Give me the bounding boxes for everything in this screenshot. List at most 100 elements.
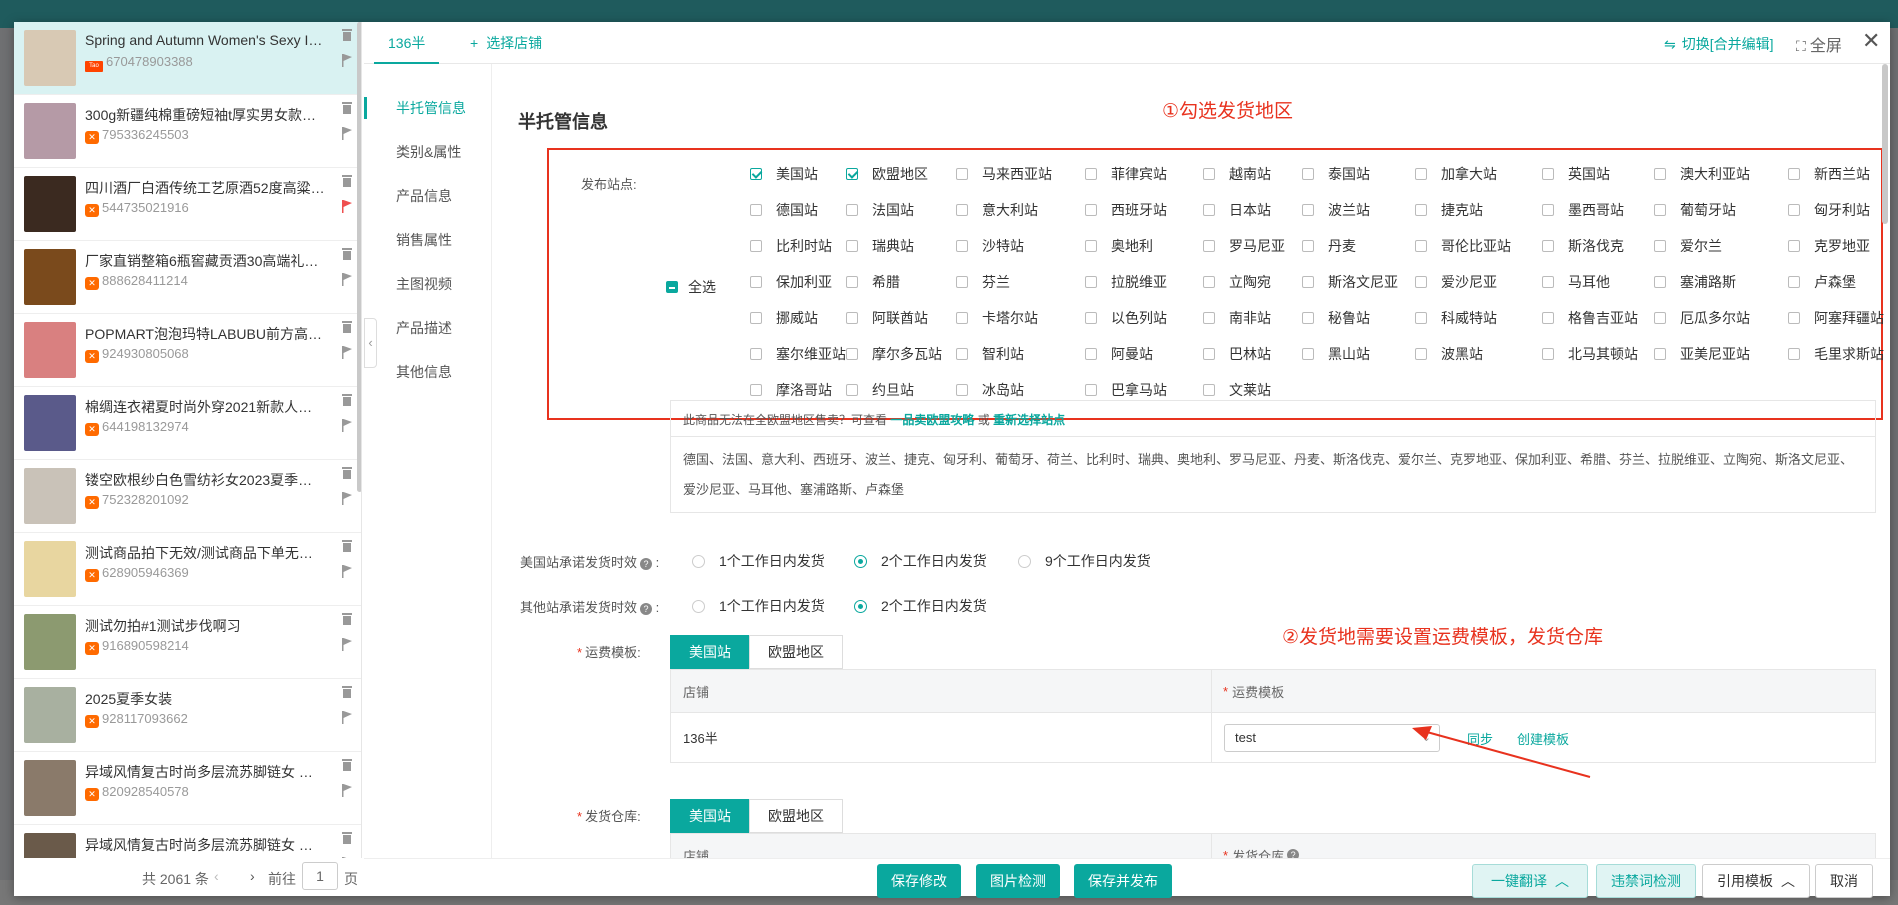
site-checkbox[interactable]: 格鲁吉亚站 [1542,308,1638,328]
site-checkbox[interactable]: 瑞典站 [846,236,914,256]
flag-icon[interactable] [341,638,353,651]
site-checkbox[interactable]: 冰岛站 [956,380,1024,400]
radio-option[interactable]: 2个工作日内发货 [854,551,987,571]
trash-icon[interactable] [341,393,353,406]
create-template-link[interactable]: 创建模板 [1517,729,1569,748]
site-checkbox[interactable]: 加拿大站 [1415,164,1497,184]
cancel-button[interactable]: 取消 [1815,864,1873,898]
site-checkbox[interactable]: 阿塞拜疆站 [1788,308,1884,328]
content-scrollbar[interactable] [1882,64,1888,224]
nav-item[interactable]: 其他信息 [364,361,492,383]
site-checkbox[interactable]: 爱尔兰 [1654,236,1722,256]
site-checkbox[interactable]: 比利时站 [750,236,832,256]
list-item[interactable]: 300g新疆纯棉重磅短袖t厚实男女款打底衫 ✕ 795336245503 [14,95,361,168]
site-checkbox[interactable]: 挪威站 [750,308,818,328]
site-checkbox[interactable]: 秘鲁站 [1302,308,1370,328]
site-checkbox[interactable]: 泰国站 [1302,164,1370,184]
banned-words-button[interactable]: 违禁词检测 [1596,864,1696,898]
nav-item[interactable]: 产品描述 [364,317,492,339]
list-item[interactable]: 测试勿拍#1测试步伐啊习 ✕ 916890598214 [14,606,361,679]
site-checkbox[interactable]: 菲律宾站 [1085,164,1167,184]
site-checkbox[interactable]: 匈牙利站 [1788,200,1870,220]
flag-icon[interactable] [341,346,353,359]
warehouse-tab-us[interactable]: 美国站 [670,799,750,833]
list-item[interactable]: Spring and Autumn Women's Sexy Ice Silk … [14,22,361,95]
trash-icon[interactable] [341,174,353,187]
site-checkbox[interactable]: 巴林站 [1203,344,1271,364]
site-checkbox[interactable]: 科威特站 [1415,308,1497,328]
list-item[interactable]: 测试商品拍下无效/测试商品下单无效/bug ✕ 628905946369 [14,533,361,606]
site-checkbox[interactable]: 黑山站 [1302,344,1370,364]
site-checkbox[interactable]: 斯洛伐克 [1542,236,1624,256]
site-checkbox[interactable]: 西班牙站 [1085,200,1167,220]
help-icon[interactable]: ? [640,603,653,615]
list-item[interactable]: 异域风情复古时尚多层流苏脚链女 金属饰品 ✕ [14,825,361,858]
site-checkbox[interactable]: 卢森堡 [1788,272,1856,292]
help-icon[interactable]: ? [1287,849,1300,858]
site-checkbox[interactable]: 奥地利 [1085,236,1153,256]
flag-icon[interactable] [341,273,353,286]
site-checkbox[interactable]: 拉脱维亚 [1085,272,1167,292]
list-item[interactable]: 异域风情复古时尚多层流苏脚链女 金属饰品 ✕820928540578 [14,752,361,825]
trash-icon[interactable] [341,101,353,114]
site-checkbox[interactable]: 阿曼站 [1085,344,1153,364]
save-button[interactable]: 保存修改 [877,864,961,898]
site-checkbox[interactable]: 法国站 [846,200,914,220]
site-checkbox[interactable]: 摩尔多瓦站 [846,344,942,364]
list-item[interactable]: 棉绸连衣裙夏时尚外穿2021新款人造棉裙子 ✕644198132974 [14,387,361,460]
radio-option[interactable]: 9个工作日内发货 [1018,551,1151,571]
site-checkbox[interactable]: 摩洛哥站 [750,380,832,400]
site-checkbox[interactable]: 北马其顿站 [1542,344,1638,364]
radio-option[interactable]: 2个工作日内发货 [854,596,987,616]
translate-button[interactable]: 一键翻译 ︿ [1472,864,1588,898]
nav-item[interactable]: 主图视频 [364,273,492,295]
site-checkbox[interactable]: 保加利亚 [750,272,832,292]
page-input[interactable]: 1 [302,862,338,890]
site-checkbox[interactable]: 约旦站 [846,380,914,400]
site-checkbox[interactable]: 南非站 [1203,308,1271,328]
site-checkbox[interactable]: 爱沙尼亚 [1415,272,1497,292]
site-checkbox[interactable]: 墨西哥站 [1542,200,1624,220]
reselect-sites-link[interactable]: 重新选择站点 [993,413,1065,427]
help-icon[interactable]: ? [640,558,653,570]
flag-icon[interactable] [341,127,353,140]
list-item[interactable]: 厂家直销整箱6瓶窖藏贡酒30高端礼盒装白酒 ✕888628411214 [14,241,361,314]
site-checkbox[interactable]: 英国站 [1542,164,1610,184]
add-shop-button[interactable]: + 选择店铺 [470,22,542,64]
site-checkbox[interactable]: 沙特站 [956,236,1024,256]
trash-icon[interactable] [341,612,353,625]
warehouse-tab-eu[interactable]: 欧盟地区 [749,799,843,833]
next-page-icon[interactable]: › [250,868,255,884]
site-checkbox[interactable]: 哥伦比亚站 [1415,236,1511,256]
site-checkbox[interactable]: 巴拿马站 [1085,380,1167,400]
flag-icon[interactable] [341,419,353,432]
site-checkbox[interactable]: 斯洛文尼亚 [1302,272,1398,292]
site-checkbox[interactable]: 亚美尼亚站 [1654,344,1750,364]
site-checkbox[interactable]: 澳大利亚站 [1654,164,1750,184]
site-checkbox[interactable]: 越南站 [1203,164,1271,184]
freight-tab-eu[interactable]: 欧盟地区 [749,635,843,669]
trash-icon[interactable] [341,320,353,333]
site-checkbox[interactable]: 美国站 [750,164,818,184]
fullscreen-button[interactable]: ⛶ 全屏 [1796,32,1842,56]
list-item[interactable]: 镂空欧根纱白色雪纺衫女2023夏季新款上衣 ✕752328201092 [14,460,361,533]
flag-icon[interactable] [341,784,353,797]
site-checkbox[interactable]: 芬兰 [956,272,1010,292]
site-checkbox[interactable]: 厄瓜多尔站 [1654,308,1750,328]
site-checkbox[interactable]: 丹麦 [1302,236,1356,256]
trash-icon[interactable] [341,466,353,479]
flag-icon[interactable] [341,54,353,67]
site-checkbox[interactable]: 希腊 [846,272,900,292]
radio-option[interactable]: 1个工作日内发货 [692,551,825,571]
nav-item[interactable]: 半托管信息 [364,97,492,119]
site-checkbox[interactable]: 波兰站 [1302,200,1370,220]
trash-icon[interactable] [341,831,353,844]
site-checkbox[interactable]: 日本站 [1203,200,1271,220]
site-checkbox[interactable]: 塞尔维亚站 [750,344,846,364]
site-checkbox[interactable]: 意大利站 [956,200,1038,220]
site-checkbox[interactable]: 欧盟地区 [846,164,928,184]
flag-icon[interactable] [341,492,353,505]
trash-icon[interactable] [341,758,353,771]
use-template-button[interactable]: 引用模板 ︿ [1702,864,1810,898]
nav-item[interactable]: 产品信息 [364,185,492,207]
